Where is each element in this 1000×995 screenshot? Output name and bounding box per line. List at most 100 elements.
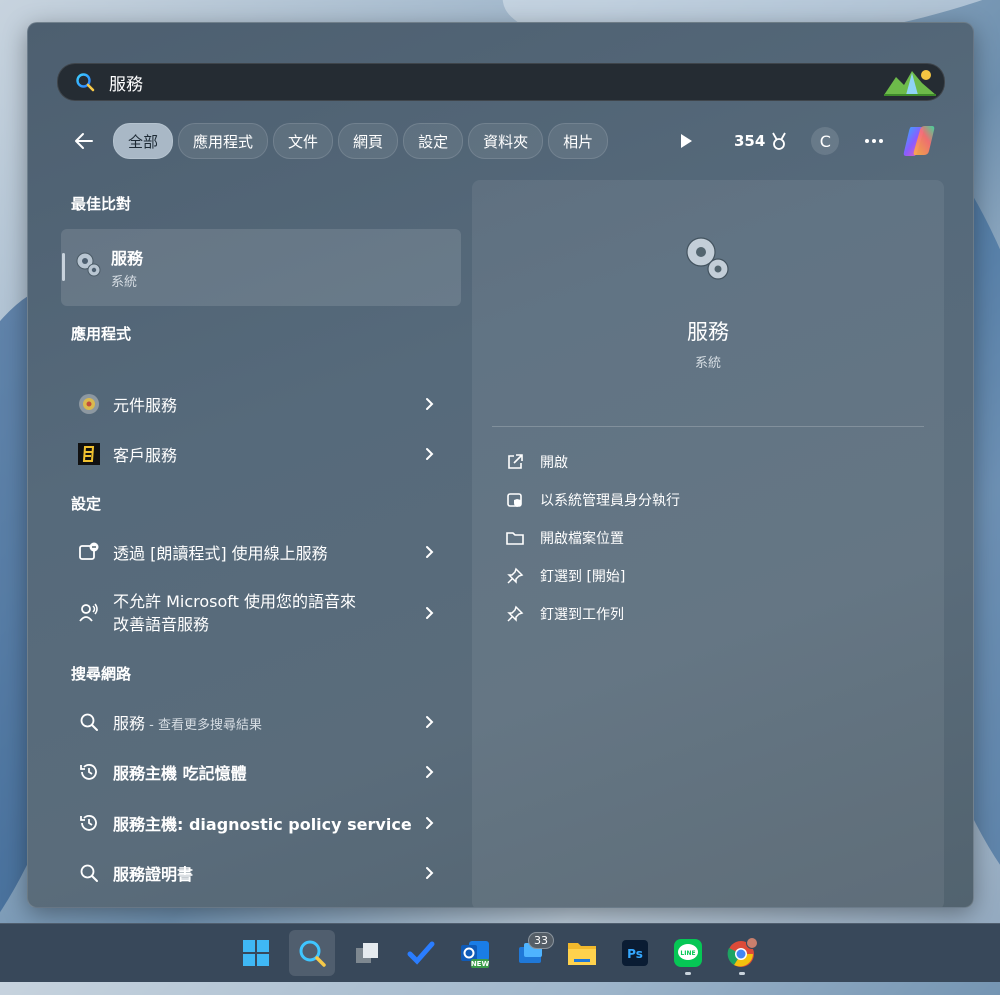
web-item-label: 服務主機: diagnostic policy service [113, 815, 412, 834]
chevron-right-icon [426, 817, 434, 829]
section-web: 搜尋網路 [71, 665, 132, 683]
back-button[interactable] [66, 123, 102, 159]
shield-admin-icon [505, 490, 525, 510]
arrow-left-icon [75, 133, 93, 149]
more-filters-button[interactable] [668, 123, 704, 159]
search-box[interactable] [57, 63, 945, 101]
filter-chip-all[interactable]: 全部 [113, 123, 174, 159]
start-search-panel: 全部 應用程式 文件 網頁 設定 資料夾 相片 354 C [27, 22, 974, 908]
action-open[interactable]: 開啟 [505, 447, 568, 477]
action-open-file-location[interactable]: 開啟檔案位置 [505, 523, 624, 553]
rewards-points-value: 354 [734, 132, 766, 150]
web-item-label: 服務證明書 [113, 865, 194, 884]
detail-divider [492, 426, 924, 427]
detail-title: 服務 [687, 320, 729, 344]
search-icon [76, 73, 95, 92]
chrome-app[interactable] [719, 930, 765, 976]
best-match-item[interactable]: 服務 系統 [61, 229, 461, 306]
chevron-right-icon [426, 398, 434, 410]
outlook-new-tag: NEW [471, 960, 490, 968]
app-item-label: 客戶服務 [113, 446, 178, 465]
web-item-see-more[interactable]: 服務 - 查看更多搜尋結果 [61, 699, 461, 745]
action-label: 以系統管理員身分執行 [540, 493, 680, 509]
action-pin-to-start[interactable]: 釘選到 [開始] [505, 561, 625, 591]
setting-item-speech-privacy[interactable]: 不允許 Microsoft 使用您的語音來 改善語音服務 [61, 581, 461, 645]
outlook-new-icon: NEW [461, 941, 490, 968]
line-app[interactable]: LINE [665, 930, 711, 976]
action-label: 釘選到工作列 [540, 607, 624, 623]
web-item-label: 服務 - 查看更多搜尋結果 [113, 710, 421, 734]
chevron-right-icon [426, 448, 434, 460]
line-label: LINE [680, 950, 695, 957]
services-gears-icon [686, 237, 729, 280]
copilot-button[interactable] [899, 123, 939, 159]
pin-icon [505, 604, 525, 624]
photoshop-app[interactable]: Ps [612, 930, 658, 976]
taskbar-search-button[interactable] [289, 930, 335, 976]
file-explorer-app[interactable] [559, 930, 605, 976]
rewards-medal-icon [772, 132, 787, 150]
selection-indicator [62, 253, 65, 281]
app-item-label: 元件服務 [113, 396, 178, 415]
action-label: 開啟檔案位置 [540, 531, 624, 547]
mail-app[interactable]: 33 [508, 930, 554, 976]
open-external-icon [505, 452, 525, 472]
action-label: 釘選到 [開始] [540, 569, 626, 585]
filter-chip-folders[interactable]: 資料夾 [468, 123, 544, 159]
setting-item-label: 透過 [朗讀程式] 使用線上服務 [113, 544, 328, 563]
running-indicator [685, 972, 691, 975]
chrome-icon [727, 937, 758, 967]
todo-app[interactable] [398, 930, 444, 976]
filter-chip-apps[interactable]: 應用程式 [178, 123, 269, 159]
setting-item-narrator-online[interactable]: 透過 [朗讀程式] 使用線上服務 [61, 529, 461, 575]
customer-service-icon [76, 441, 102, 467]
search-icon [299, 940, 326, 967]
detail-pane: 服務 系統 開啟 以系統管理員身分執行 開啟檔案位置 釘選到 [開始] 釘選到工… [472, 180, 944, 907]
component-services-icon [76, 391, 102, 417]
filter-chip-web[interactable]: 網頁 [338, 123, 399, 159]
mail-unread-badge: 33 [528, 932, 554, 949]
services-gears-icon [76, 252, 101, 277]
taskbar: NEW 33 Ps LINE [0, 923, 1000, 982]
filter-chip-photos[interactable]: 相片 [548, 123, 609, 159]
web-query-text: 服務 [113, 714, 146, 733]
app-item-component-services[interactable]: 元件服務 [61, 381, 461, 427]
rewards-points[interactable]: 354 [734, 123, 789, 159]
best-match-subtitle: 系統 [111, 275, 138, 290]
web-item-history-1[interactable]: 服務主機 吃記憶體 [61, 749, 461, 795]
file-explorer-icon [568, 943, 596, 965]
bing-doodle-icon[interactable] [882, 67, 938, 97]
section-apps: 應用程式 [71, 325, 132, 343]
action-label: 開啟 [540, 455, 568, 471]
narrator-icon [76, 539, 102, 565]
todo-icon [407, 941, 435, 965]
start-button[interactable] [233, 930, 279, 976]
more-options-button[interactable] [859, 123, 889, 159]
filter-chip-settings[interactable]: 設定 [403, 123, 464, 159]
chevron-right-icon [426, 607, 434, 619]
detail-subtitle: 系統 [694, 356, 721, 371]
web-item-history-2[interactable]: 服務主機: diagnostic policy service [61, 800, 461, 846]
running-indicator [739, 972, 745, 975]
photoshop-icon: Ps [622, 940, 648, 966]
web-item-search[interactable]: 服務證明書 [61, 850, 461, 896]
account-avatar[interactable]: C [811, 127, 840, 155]
copilot-icon [904, 126, 935, 156]
section-best-match: 最佳比對 [71, 195, 132, 213]
search-input[interactable] [107, 71, 882, 93]
speech-person-icon [76, 600, 102, 626]
line-icon: LINE [674, 939, 702, 967]
search-icon [76, 709, 102, 735]
more-horizontal-icon [865, 139, 884, 143]
web-item-label: 服務主機 吃記憶體 [113, 764, 247, 783]
setting-item-label-line1: 不允許 Microsoft 使用您的語音來 [113, 592, 356, 611]
filter-chip-documents[interactable]: 文件 [273, 123, 334, 159]
app-item-customer-service[interactable]: 客戶服務 [61, 431, 461, 477]
action-run-as-admin[interactable]: 以系統管理員身分執行 [505, 485, 680, 515]
outlook-new-app[interactable]: NEW [452, 930, 498, 976]
task-view-icon [356, 943, 378, 963]
section-settings: 設定 [71, 495, 102, 513]
action-pin-to-taskbar[interactable]: 釘選到工作列 [505, 599, 624, 629]
task-view-button[interactable] [344, 930, 390, 976]
best-match-title: 服務 [111, 249, 144, 268]
